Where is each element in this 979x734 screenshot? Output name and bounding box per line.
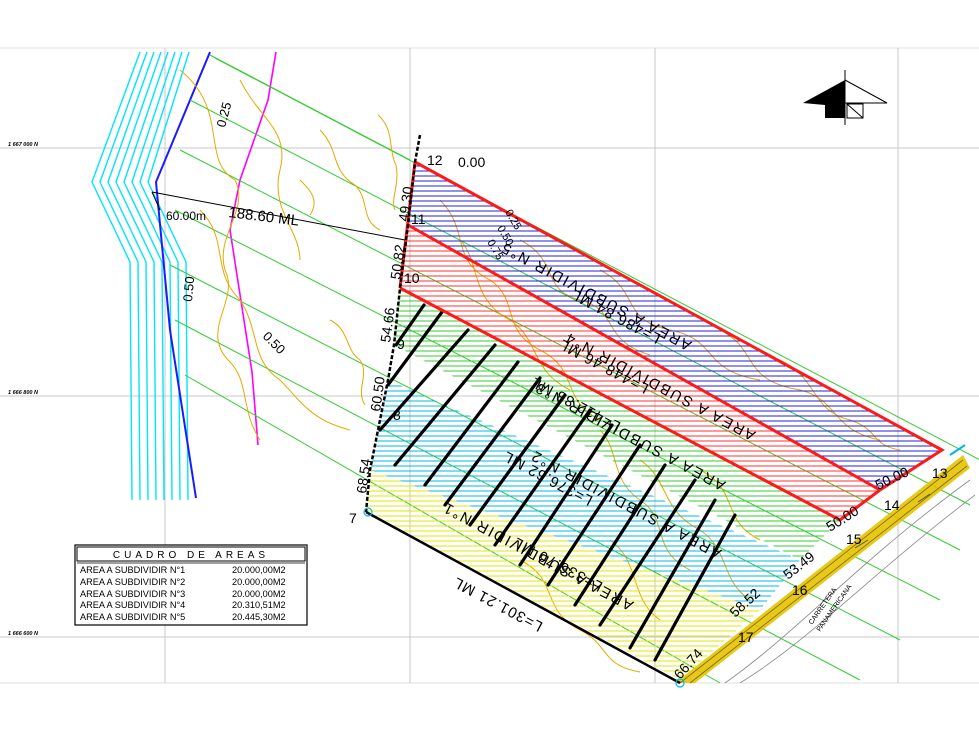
vertex-9: 9 [397,336,405,352]
vertex-16: 16 [792,582,808,598]
vertex-14: 14 [884,497,900,513]
vertex-15: 15 [846,531,862,547]
grid-label-n2: 1 666 800 N [8,390,39,396]
vertex-17: 17 [738,629,754,645]
vertex-8: 8 [393,407,401,423]
contour-label-b: 0.50 [180,276,197,303]
contour-label-a: 0.25 [213,100,234,128]
area-row-1-value: 20.000,00M2 [232,565,286,575]
area-row-2-name: AREA A SUBDIVIDIR N°2 [80,577,185,587]
road-tick-c [949,444,966,456]
area-row-3-value: 20.000,00M2 [232,589,286,599]
vertex-7: 7 [349,510,357,526]
grid-labels: 1 667 000 N 1 666 800 N 1 666 600 N [8,142,39,637]
vertex-11: 11 [411,211,426,227]
area-row-2-value: 20.000,00M2 [232,577,286,587]
areas-table: CUADRO DE AREAS AREA A SUBDIVIDIR N°1 20… [74,544,308,626]
grid-label-n3: 1 666 600 N [8,631,39,637]
offset-label: 60.00m [166,209,206,223]
vertex-10: 10 [404,270,420,286]
vertex-12: 12 [427,152,443,168]
road-label: CARRETERA PANAMERICANA [808,583,854,633]
vertex-13: 13 [932,465,948,481]
contour-label-c: 0.50 [260,329,289,358]
areas-table-title: CUADRO DE AREAS [113,550,269,561]
river [91,51,190,501]
grid-label-n1: 1 667 000 N [8,142,39,148]
area-row-3-name: AREA A SUBDIVIDIR N°3 [80,589,185,599]
area-row-5-value: 20.445,30M2 [232,612,286,622]
width-label: 188.60 ML [228,204,300,230]
seg-12-zero: 0.00 [458,154,485,170]
area-row-4-name: AREA A SUBDIVIDIR N°4 [80,600,185,610]
area-row-4-value: 20.310,51M2 [232,600,286,610]
site-plan-map: 1 667 000 N 1 666 800 N 1 666 600 N 0.25… [0,47,979,688]
area-row-5-name: AREA A SUBDIVIDIR N°5 [80,612,185,622]
area-row-1-name: AREA A SUBDIVIDIR N°1 [80,565,185,575]
magenta-line [229,51,277,446]
north-arrow-icon [803,70,888,125]
